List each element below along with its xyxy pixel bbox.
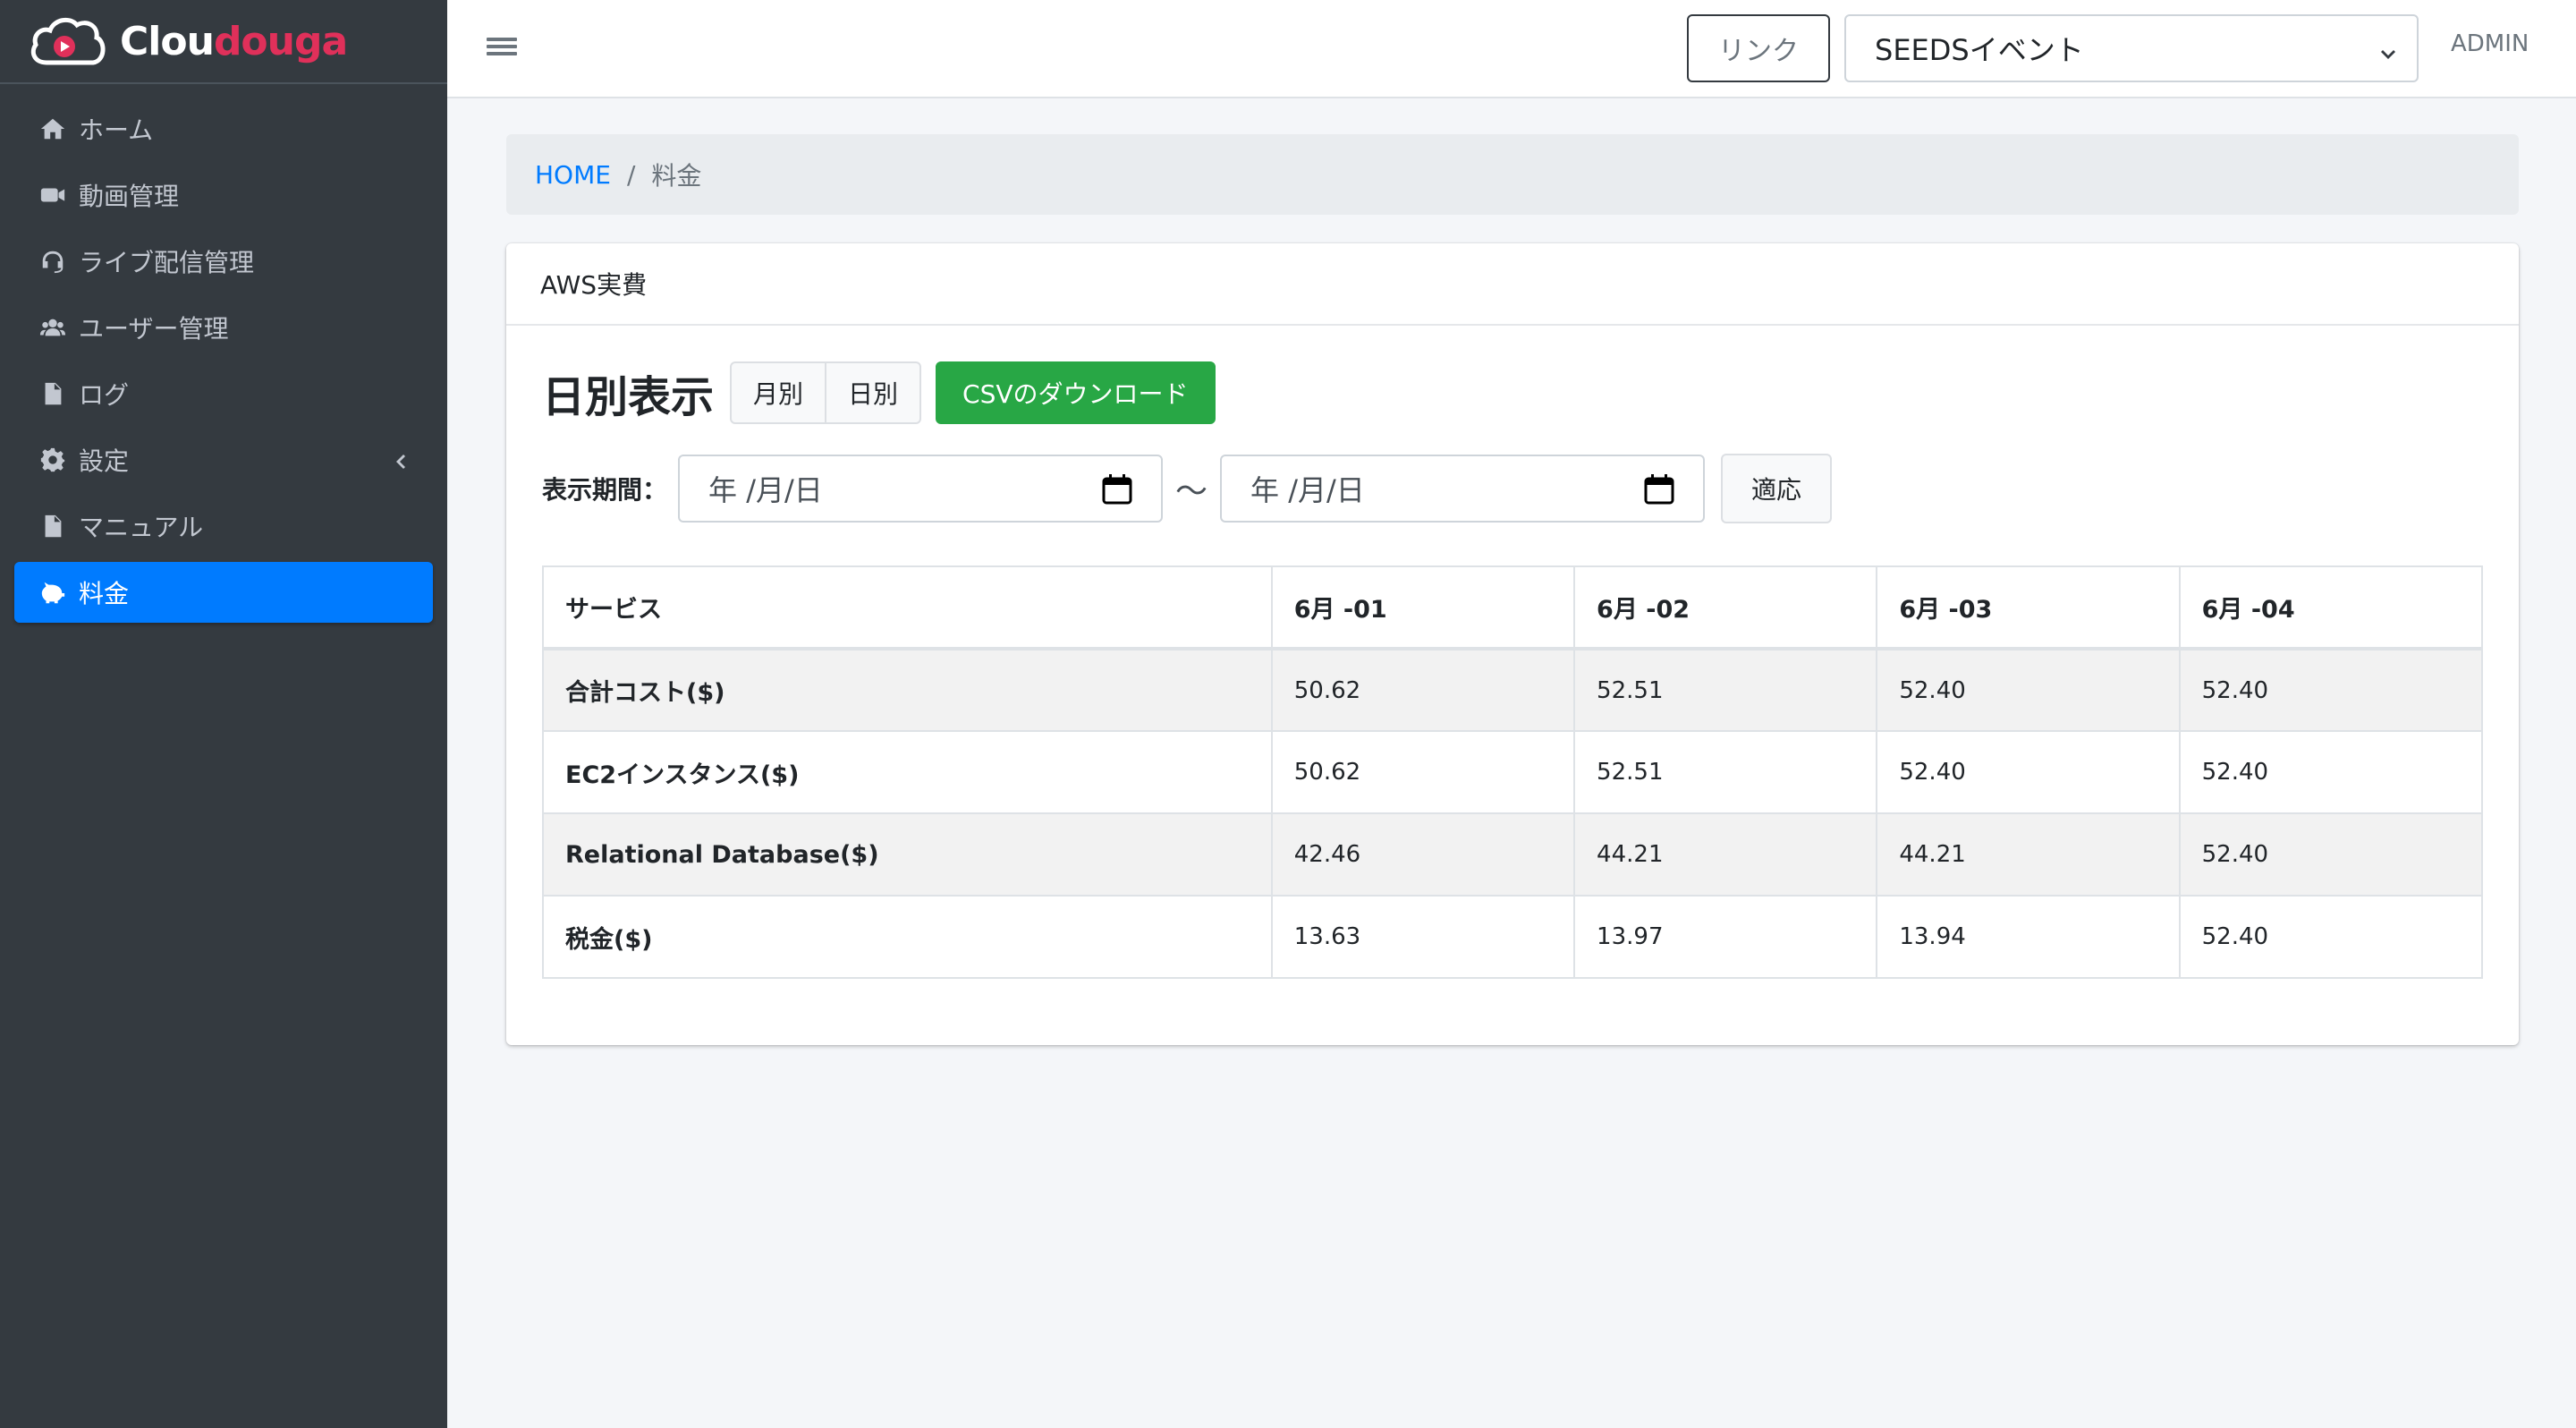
event-select[interactable]: SEEDSイベント bbox=[1844, 14, 2419, 82]
sidebar-item-home[interactable]: ホーム bbox=[14, 98, 433, 159]
breadcrumb-home-link[interactable]: HOME bbox=[535, 160, 611, 190]
table-row: Relational Database($) 42.46 44.21 44.21… bbox=[542, 812, 2484, 897]
video-icon bbox=[38, 180, 68, 210]
headset-icon bbox=[38, 246, 68, 276]
cost-cell: 52.51 bbox=[1573, 730, 1878, 814]
service-name: EC2インスタンス($) bbox=[542, 730, 1273, 814]
column-header: サービス bbox=[542, 565, 1273, 650]
apply-button[interactable]: 適応 bbox=[1721, 454, 1833, 523]
sidebar-item-manual[interactable]: マニュアル bbox=[14, 496, 433, 557]
cost-cell: 13.97 bbox=[1573, 895, 1878, 979]
column-header: 6月 -04 bbox=[2178, 565, 2484, 650]
sidebar: Cloudouga ホーム 動画管理 ライブ配信管理 ユーザー管理 ログ 設定 bbox=[0, 0, 447, 1428]
chevron-left-icon bbox=[390, 449, 411, 471]
event-select-value: SEEDSイベント bbox=[1875, 33, 2084, 67]
top-navbar: リンク SEEDSイベント ADMIN bbox=[447, 0, 2576, 98]
users-icon bbox=[38, 312, 68, 343]
cost-cell: 52.40 bbox=[2178, 812, 2484, 897]
breadcrumb-separator: / bbox=[626, 159, 636, 190]
sidebar-item-pricing[interactable]: 料金 bbox=[14, 562, 433, 623]
brand-name: Cloudouga bbox=[120, 18, 348, 64]
range-separator: 〜 bbox=[1175, 473, 1208, 510]
daily-button[interactable]: 日別 bbox=[826, 361, 922, 424]
cost-cell: 52.40 bbox=[2178, 895, 2484, 979]
table-row: EC2インスタンス($) 50.62 52.51 52.40 52.40 bbox=[542, 730, 2484, 814]
cost-cell: 13.63 bbox=[1270, 895, 1576, 979]
column-header: 6月 -01 bbox=[1270, 565, 1576, 650]
date-from-input[interactable]: 年 /月/日 bbox=[678, 455, 1164, 523]
date-from-placeholder: 年 /月/日 bbox=[708, 473, 823, 507]
sidebar-item-label: 動画管理 bbox=[79, 182, 180, 211]
sidebar-item-label: ユーザー管理 bbox=[79, 314, 229, 344]
card-title: AWS実費 bbox=[506, 243, 2519, 326]
table-row: 合計コスト($) 50.62 52.51 52.40 52.40 bbox=[542, 648, 2484, 732]
cost-cell: 13.94 bbox=[1876, 895, 2181, 979]
cost-cell: 50.62 bbox=[1270, 730, 1576, 814]
breadcrumb-current: 料金 bbox=[651, 161, 702, 191]
sidebar-nav: ホーム 動画管理 ライブ配信管理 ユーザー管理 ログ 設定 マニュアル 料金 bbox=[0, 84, 447, 623]
monthly-button[interactable]: 月別 bbox=[730, 361, 827, 424]
column-header: 6月 -03 bbox=[1876, 565, 2181, 650]
cloud-play-icon bbox=[29, 14, 107, 68]
service-name: Relational Database($) bbox=[542, 812, 1273, 897]
cost-cell: 42.46 bbox=[1270, 812, 1576, 897]
cost-cell: 44.21 bbox=[1573, 812, 1878, 897]
sidebar-item-label: ライブ配信管理 bbox=[79, 248, 255, 277]
chevron-down-icon bbox=[2377, 39, 2399, 61]
file-icon bbox=[38, 378, 68, 409]
home-icon bbox=[38, 114, 68, 144]
calendar-icon[interactable] bbox=[1642, 472, 1676, 506]
breadcrumb: HOME / 料金 bbox=[506, 134, 2519, 215]
date-to-placeholder: 年 /月/日 bbox=[1250, 473, 1365, 507]
sidebar-item-settings[interactable]: 設定 bbox=[14, 429, 433, 490]
title-row: 日別表示 月別 日別 CSVのダウンロード bbox=[542, 361, 1216, 424]
cost-cell: 52.40 bbox=[2178, 648, 2484, 732]
sidebar-item-live[interactable]: ライブ配信管理 bbox=[14, 231, 433, 292]
service-name: 税金($) bbox=[542, 895, 1273, 979]
cost-cell: 52.40 bbox=[1876, 730, 2181, 814]
gear-icon bbox=[38, 445, 68, 475]
cost-cell: 52.40 bbox=[2178, 730, 2484, 814]
sidebar-item-label: マニュアル bbox=[79, 513, 204, 542]
sidebar-item-videos[interactable]: 動画管理 bbox=[14, 165, 433, 225]
date-to-input[interactable]: 年 /月/日 bbox=[1220, 455, 1706, 523]
cost-cell: 50.62 bbox=[1270, 648, 1576, 732]
piggy-bank-icon bbox=[38, 577, 68, 608]
user-menu[interactable]: ADMIN bbox=[2451, 30, 2529, 57]
brand-logo[interactable]: Cloudouga bbox=[0, 0, 447, 84]
cost-table: サービス 6月 -01 6月 -02 6月 -03 6月 -04 合計コスト($… bbox=[542, 565, 2484, 979]
sidebar-item-label: 設定 bbox=[79, 446, 130, 476]
table-header-row: サービス 6月 -01 6月 -02 6月 -03 6月 -04 bbox=[542, 565, 2484, 650]
cost-cell: 52.51 bbox=[1573, 648, 1878, 732]
aws-cost-card: AWS実費 日別表示 月別 日別 CSVのダウンロード 表示期間： 年 /月/日… bbox=[506, 243, 2519, 1045]
sidebar-item-label: ログ bbox=[79, 380, 130, 410]
file-icon bbox=[38, 511, 68, 541]
service-name: 合計コスト($) bbox=[542, 648, 1273, 732]
link-button[interactable]: リンク bbox=[1687, 14, 1830, 82]
column-header: 6月 -02 bbox=[1573, 565, 1878, 650]
period-label: 表示期間： bbox=[542, 475, 668, 505]
sidebar-item-label: 料金 bbox=[79, 579, 130, 608]
period-filter: 表示期間： 年 /月/日 〜 年 /月/日 適応 bbox=[542, 454, 1833, 523]
view-toggle: 月別 日別 bbox=[730, 361, 922, 424]
sidebar-item-label: ホーム bbox=[79, 115, 154, 145]
page-title: 日別表示 bbox=[542, 372, 715, 422]
calendar-icon[interactable] bbox=[1100, 472, 1134, 506]
cost-cell: 52.40 bbox=[1876, 648, 2181, 732]
cost-cell: 44.21 bbox=[1876, 812, 2181, 897]
table-row: 税金($) 13.63 13.97 13.94 52.40 bbox=[542, 895, 2484, 979]
sidebar-item-logs[interactable]: ログ bbox=[14, 363, 433, 424]
menu-toggle-icon[interactable] bbox=[487, 34, 517, 64]
csv-download-button[interactable]: CSVのダウンロード bbox=[936, 361, 1216, 424]
sidebar-item-users[interactable]: ユーザー管理 bbox=[14, 297, 433, 358]
